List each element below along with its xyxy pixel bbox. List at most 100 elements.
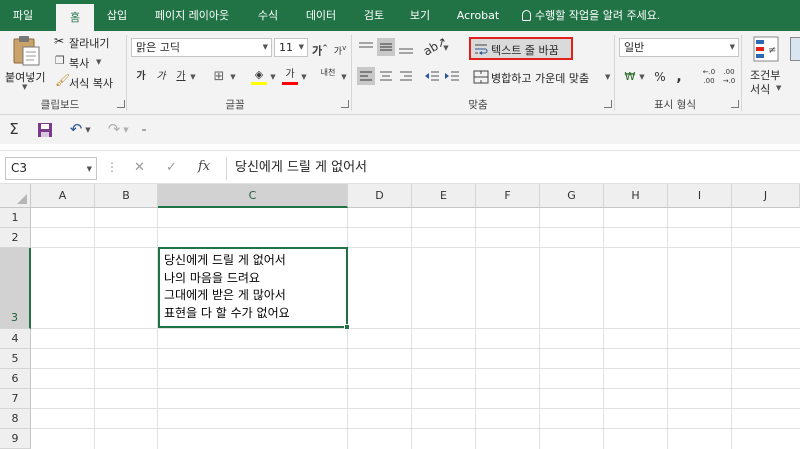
- align-center-icon[interactable]: [377, 67, 395, 85]
- row-header-9[interactable]: 9: [0, 429, 31, 449]
- fill-color-dropdown-icon[interactable]: ▼: [268, 68, 278, 86]
- borders-dropdown-icon[interactable]: ▼: [228, 68, 238, 86]
- quick-access-toolbar: Σ ↶ ▼ ↷ ▼ ═: [0, 115, 800, 144]
- align-top-icon[interactable]: [357, 40, 375, 56]
- fill-color-button[interactable]: ◈: [250, 66, 268, 85]
- increase-decimal-icon[interactable]: ←.0.00: [699, 68, 719, 86]
- alignment-launcher-icon[interactable]: [604, 100, 612, 108]
- font-color-dropdown-icon[interactable]: ▼: [299, 68, 309, 86]
- gridline: [31, 388, 800, 389]
- font-size-select[interactable]: 11 ▼: [274, 38, 308, 57]
- row-header-8[interactable]: 8: [0, 409, 31, 429]
- tab-insert[interactable]: 삽입: [96, 0, 138, 31]
- copy-button[interactable]: ❐ 복사 ▼: [54, 54, 120, 70]
- column-header-h[interactable]: H: [604, 184, 668, 208]
- column-header-i[interactable]: I: [668, 184, 732, 208]
- group-separator: [741, 35, 742, 111]
- column-header-e[interactable]: E: [412, 184, 476, 208]
- tab-review[interactable]: 검토: [352, 0, 396, 31]
- tab-formulas[interactable]: 수식: [246, 0, 290, 31]
- align-right-icon[interactable]: [397, 67, 415, 85]
- tab-data[interactable]: 데이터: [292, 0, 350, 31]
- clipboard-launcher-icon[interactable]: [117, 100, 125, 108]
- column-header-a[interactable]: A: [31, 184, 95, 208]
- percent-style-icon[interactable]: %: [651, 68, 669, 86]
- autosum-icon[interactable]: Σ: [5, 120, 23, 138]
- phonetic-dropdown-icon[interactable]: ▼: [339, 68, 349, 86]
- accounting-dropdown-icon[interactable]: ▼: [637, 68, 647, 86]
- underline-dropdown-icon[interactable]: ▼: [188, 68, 198, 86]
- merge-center-button[interactable]: 병합하고 가운데 맞춤 ▼: [471, 67, 610, 87]
- row-header-4[interactable]: 4: [0, 329, 31, 349]
- copy-dropdown-icon: ▼: [96, 58, 102, 66]
- italic-label: 가: [156, 71, 166, 82]
- row-header-6[interactable]: 6: [0, 369, 31, 389]
- fill-handle[interactable]: [344, 324, 350, 330]
- worksheet-grid: A B C D E F G H I J 1 2 3 4 5 6 7 8 9 당신…: [0, 184, 800, 449]
- bold-button[interactable]: 가: [132, 68, 150, 86]
- group-separator: [351, 35, 352, 111]
- cell-c3-line: 나의 마음을 드려요: [164, 270, 260, 285]
- orientation-dropdown-icon[interactable]: ▼: [441, 39, 451, 57]
- select-all-button[interactable]: [0, 184, 31, 208]
- grow-font-button[interactable]: 가^: [311, 39, 329, 58]
- insert-function-icon[interactable]: fx: [198, 159, 210, 174]
- column-header-f[interactable]: F: [476, 184, 540, 208]
- phonetic-button[interactable]: 내천: [316, 68, 340, 86]
- column-header-c[interactable]: C: [158, 184, 348, 208]
- tab-acrobat[interactable]: Acrobat: [446, 0, 510, 31]
- format-painter-button[interactable]: 🖌 서식 복사: [54, 73, 120, 90]
- undo-dropdown-icon[interactable]: ▼: [83, 121, 93, 139]
- customize-qat-icon[interactable]: ═: [139, 121, 149, 139]
- column-header-d[interactable]: D: [348, 184, 412, 208]
- column-header-b[interactable]: B: [95, 184, 158, 208]
- formula-input[interactable]: 당신에게 드릴 게 없어서: [226, 157, 800, 180]
- align-left-icon[interactable]: [357, 67, 375, 85]
- row-header-1[interactable]: 1: [0, 208, 31, 228]
- borders-icon[interactable]: ⊞: [210, 68, 228, 86]
- column-header-j[interactable]: J: [732, 184, 800, 208]
- phonetic-label: 내천: [320, 68, 336, 77]
- gridline: [31, 408, 800, 409]
- font-name-select[interactable]: 맑은 고딕 ▼: [131, 38, 272, 57]
- italic-button[interactable]: 가: [152, 68, 170, 86]
- tab-file[interactable]: 파일: [0, 0, 46, 31]
- increase-indent-icon[interactable]: [443, 67, 461, 85]
- shrink-font-label: 가: [333, 47, 343, 57]
- row-header-5[interactable]: 5: [0, 349, 31, 369]
- conditional-formatting-icon: ≠: [753, 36, 779, 62]
- row-header-7[interactable]: 7: [0, 389, 31, 409]
- font-launcher-icon[interactable]: [341, 100, 349, 108]
- tab-page-layout[interactable]: 페이지 레이아웃: [140, 0, 244, 31]
- cell-c3[interactable]: 당신에게 드릴 게 없어서 나의 마음을 드려요 그대에게 받은 게 많아서 표…: [158, 247, 350, 330]
- save-icon[interactable]: [37, 122, 53, 138]
- name-box[interactable]: C3 ▼: [5, 157, 97, 180]
- row-header-2[interactable]: 2: [0, 228, 31, 248]
- align-bottom-icon[interactable]: [397, 40, 415, 56]
- decrease-indent-icon[interactable]: [423, 67, 441, 85]
- select-all-triangle-icon: [17, 194, 27, 204]
- cut-button[interactable]: ✂ 잘라내기: [54, 34, 120, 50]
- decrease-decimal-icon[interactable]: .00 →.0: [719, 68, 739, 86]
- format-as-table-button[interactable]: [790, 33, 800, 95]
- shrink-font-button[interactable]: 가v: [331, 39, 349, 57]
- tab-view[interactable]: 보기: [398, 0, 442, 31]
- number-launcher-icon[interactable]: [731, 100, 739, 108]
- conditional-formatting-button[interactable]: ≠ 조건부 서식 ▼: [746, 33, 786, 96]
- table-icon: [790, 37, 800, 61]
- align-middle-icon[interactable]: [377, 38, 395, 56]
- wrap-text-button[interactable]: 텍스트 줄 바꿈: [469, 37, 573, 60]
- cancel-icon[interactable]: ✕: [134, 160, 145, 175]
- lightbulb-icon: [522, 10, 531, 21]
- font-color-button[interactable]: 가: [281, 66, 299, 85]
- wrap-text-icon: [475, 44, 488, 55]
- tell-me-search[interactable]: 수행할 작업을 알려 주세요.: [522, 0, 660, 31]
- column-header-g[interactable]: G: [540, 184, 604, 208]
- tab-home[interactable]: 홈: [56, 4, 94, 31]
- paste-button[interactable]: 붙여넣기 ▼: [4, 33, 48, 91]
- row-header-3[interactable]: 3: [0, 248, 31, 329]
- comma-style-icon[interactable]: ,: [670, 68, 688, 86]
- formula-bar: C3 ▼ ⋮ ✕ ✓ fx 당신에게 드릴 게 없어서: [0, 150, 800, 184]
- number-format-select[interactable]: 일반 ▼: [619, 38, 739, 57]
- enter-icon[interactable]: ✓: [166, 160, 177, 175]
